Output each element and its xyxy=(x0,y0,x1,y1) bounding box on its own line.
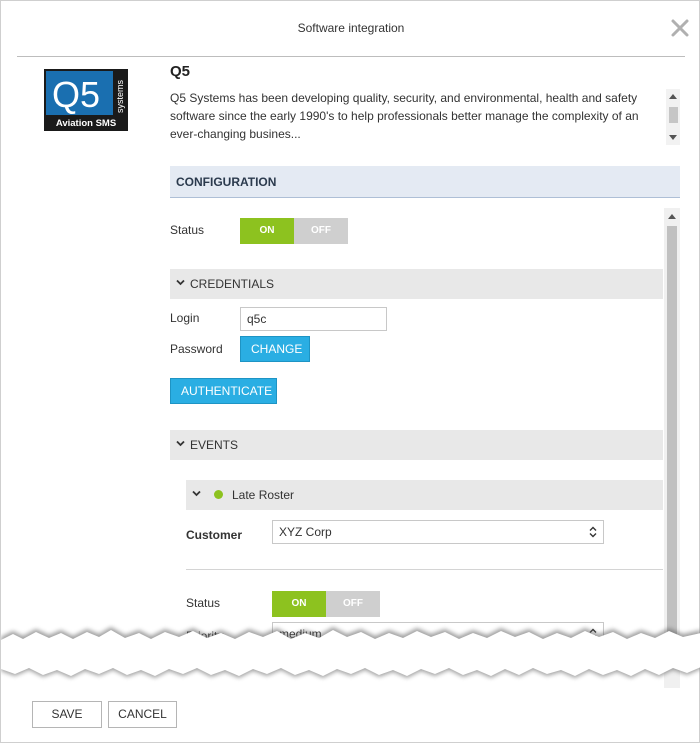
description-scrollbar[interactable] xyxy=(666,89,680,145)
authenticate-button[interactable]: AUTHENTICATE xyxy=(170,378,277,404)
select-arrows-icon xyxy=(589,526,597,538)
software-integration-dialog: Software integration Q5 systems Aviation… xyxy=(0,0,700,743)
login-label: Login xyxy=(170,311,200,325)
q5-systems-logo: Q5 systems Aviation SMS xyxy=(44,69,128,131)
logo-big-text: Q5 xyxy=(52,74,100,115)
status-toggle[interactable]: ON OFF xyxy=(240,218,348,244)
configuration-header-label: CONFIGURATION xyxy=(176,175,277,189)
chevron-down-icon xyxy=(176,279,185,286)
save-button[interactable]: SAVE xyxy=(32,701,102,728)
password-label: Password xyxy=(170,342,223,356)
credentials-section-label: CREDENTIALS xyxy=(190,277,275,291)
torn-edge-overlay xyxy=(1,627,700,678)
status-toggle-on[interactable]: ON xyxy=(240,218,294,244)
events-section-label: EVENTS xyxy=(190,438,239,452)
dialog-titlebar: Software integration xyxy=(17,1,689,57)
status-toggle-off[interactable]: OFF xyxy=(294,218,348,244)
login-input[interactable] xyxy=(240,307,387,331)
change-password-button[interactable]: CHANGE xyxy=(240,336,310,362)
event-item-header[interactable]: Late Roster xyxy=(186,480,663,510)
logo-side-text: systems xyxy=(115,79,125,113)
description-box: Q5 Systems has been developing quality, … xyxy=(170,89,680,145)
dialog-title: Software integration xyxy=(297,21,405,35)
scroll-thumb[interactable] xyxy=(667,226,677,664)
chevron-down-icon xyxy=(192,490,201,497)
event-status-dot xyxy=(214,490,223,499)
configuration-header: CONFIGURATION xyxy=(170,166,680,198)
app-description: Q5 Systems has been developing quality, … xyxy=(170,91,639,141)
customer-select[interactable]: XYZ Corp xyxy=(272,520,604,544)
configuration-panel: Status ON OFF CREDENTIALS Login Password… xyxy=(170,208,680,688)
event-status-toggle-on[interactable]: ON xyxy=(272,591,326,617)
event-divider xyxy=(186,569,663,570)
event-status-toggle[interactable]: ON OFF xyxy=(272,591,380,617)
status-label: Status xyxy=(170,223,205,237)
scroll-down-icon[interactable] xyxy=(669,135,677,140)
scroll-up-icon[interactable] xyxy=(669,94,677,99)
event-status-toggle-off[interactable]: OFF xyxy=(326,591,380,617)
events-section-header[interactable]: EVENTS xyxy=(170,430,663,460)
scroll-up-icon[interactable] xyxy=(668,214,676,219)
close-icon[interactable] xyxy=(667,15,693,41)
logo-bottom-text: Aviation SMS xyxy=(56,118,116,129)
app-name: Q5 xyxy=(170,63,191,80)
scroll-thumb[interactable] xyxy=(669,107,678,123)
event-status-label: Status xyxy=(186,596,221,610)
customer-select-value: XYZ Corp xyxy=(279,525,332,539)
credentials-section-header[interactable]: CREDENTIALS xyxy=(170,269,663,299)
customer-label: Customer xyxy=(186,528,243,542)
event-name: Late Roster xyxy=(232,488,295,502)
cancel-button[interactable]: CANCEL xyxy=(108,701,177,728)
configuration-scrollbar[interactable] xyxy=(664,208,680,688)
chevron-down-icon xyxy=(176,440,185,447)
